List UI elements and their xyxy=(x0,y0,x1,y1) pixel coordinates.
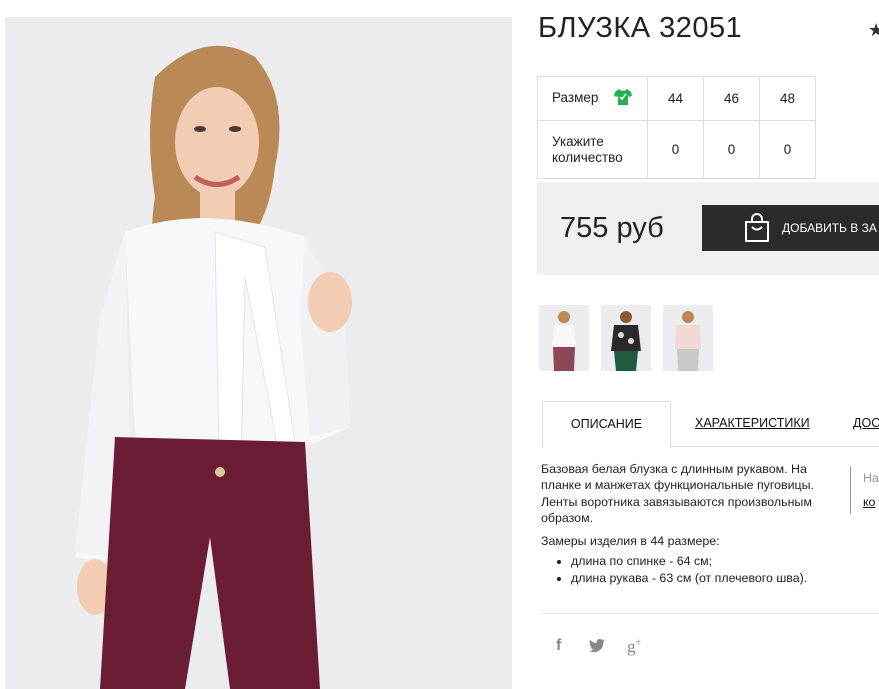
measures-title: Замеры изделия в 44 размере: xyxy=(541,534,720,549)
quantity-input-48[interactable]: 0 xyxy=(759,120,816,179)
list-item: длина по спинке - 64 см; xyxy=(571,553,841,569)
twitter-icon[interactable] xyxy=(589,638,605,657)
side-note-line1: На xyxy=(863,471,879,485)
size-label-cell: Размер xyxy=(537,76,648,121)
thumbnail-2[interactable] xyxy=(601,305,651,371)
product-price: 755 руб xyxy=(560,212,664,244)
product-title: БЛУЗКА 32051 xyxy=(538,12,743,44)
product-tabs: ОПИСАНИЕ ХАРАКТЕРИСТИКИ ДОС xyxy=(541,401,879,448)
tab-characteristics[interactable]: ХАРАКТЕРИСТИКИ xyxy=(695,401,810,446)
size-row: Размер 44 46 48 xyxy=(537,76,816,121)
quantity-label-line2: количество xyxy=(552,149,623,165)
thumbnail-1[interactable] xyxy=(539,305,589,371)
size-label: Размер xyxy=(552,90,599,106)
quantity-label: Укажите количество xyxy=(537,120,648,179)
divider xyxy=(541,613,879,614)
side-note: На ко xyxy=(850,466,879,514)
star-icon[interactable]: ★ xyxy=(868,20,879,41)
size-option-46[interactable]: 46 xyxy=(703,76,760,121)
thumbnail-3[interactable] xyxy=(663,305,713,371)
tab-delivery[interactable]: ДОС xyxy=(853,401,879,446)
facebook-icon[interactable]: f xyxy=(556,637,561,655)
quantity-input-46[interactable]: 0 xyxy=(703,120,760,179)
size-quantity-table: Размер 44 46 48 Укажите количество 0 0 0 xyxy=(537,76,816,179)
price-box: 755 руб ДОБАВИТЬ В ЗА xyxy=(537,182,879,275)
quantity-label-line1: Укажите xyxy=(552,133,604,149)
list-item: длина рукава - 63 см (от плечевого шва). xyxy=(571,570,841,586)
shopping-bag-icon xyxy=(745,213,769,242)
size-option-48[interactable]: 48 xyxy=(759,76,816,121)
model-illustration xyxy=(5,17,512,689)
tshirt-icon[interactable] xyxy=(614,89,633,108)
add-to-cart-button[interactable]: ДОБАВИТЬ В ЗА xyxy=(702,205,879,251)
product-main-photo[interactable] xyxy=(5,17,512,689)
tab-description[interactable]: ОПИСАНИЕ xyxy=(542,401,671,448)
quantity-row: Укажите количество 0 0 0 xyxy=(537,120,816,179)
measures-list: длина по спинке - 64 см; длина рукава - … xyxy=(541,553,841,586)
description-text: Базовая белая блузка с длинным рукавом. … xyxy=(541,462,814,525)
size-option-44[interactable]: 44 xyxy=(647,76,704,121)
google-plus-icon[interactable]: g+ xyxy=(627,637,641,657)
side-note-link[interactable]: ко xyxy=(863,490,879,514)
product-description: Базовая белая блузка с длинным рукавом. … xyxy=(541,461,841,586)
add-to-cart-label: ДОБАВИТЬ В ЗА xyxy=(782,221,877,235)
quantity-input-44[interactable]: 0 xyxy=(647,120,704,179)
